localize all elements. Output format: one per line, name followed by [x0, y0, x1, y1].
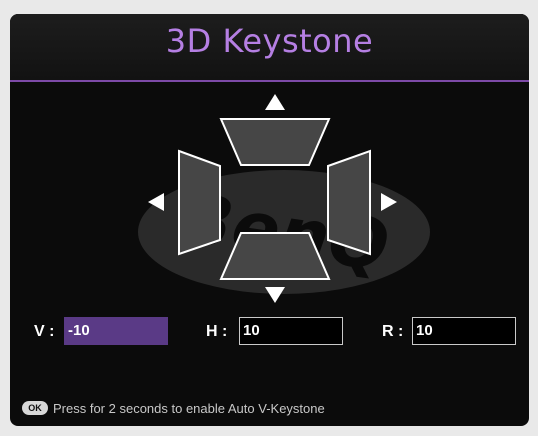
right-trapezoid[interactable] — [327, 149, 371, 256]
hint-text: Press for 2 seconds to enable Auto V-Key… — [53, 400, 325, 416]
h-field-label: H : — [206, 323, 228, 340]
h-label-text: H — [206, 323, 218, 340]
left-trapezoid[interactable] — [178, 149, 221, 256]
left-arrow-icon[interactable] — [148, 193, 164, 211]
down-arrow-icon[interactable] — [265, 287, 285, 303]
r-value-field[interactable]: 10 — [412, 317, 516, 345]
right-arrow-icon[interactable] — [381, 193, 397, 211]
keystone-diagram — [148, 94, 397, 303]
r-field-label: R : — [382, 323, 404, 340]
r-label-text: R — [382, 323, 394, 340]
v-value-field[interactable]: -10 — [64, 317, 168, 345]
ok-button-icon: OK — [22, 401, 48, 415]
bottom-trapezoid[interactable] — [219, 232, 331, 280]
up-arrow-icon[interactable] — [265, 94, 285, 110]
v-label-text: V — [34, 323, 45, 340]
top-trapezoid[interactable] — [219, 118, 331, 166]
keystone-osd-panel: 3D Keystone BenQ V : -10 H : 10 R : 10 O… — [10, 14, 529, 426]
v-field-label: V : — [34, 323, 55, 340]
auto-keystone-hint: OK Press for 2 seconds to enable Auto V-… — [22, 400, 325, 416]
h-value-field[interactable]: 10 — [239, 317, 343, 345]
